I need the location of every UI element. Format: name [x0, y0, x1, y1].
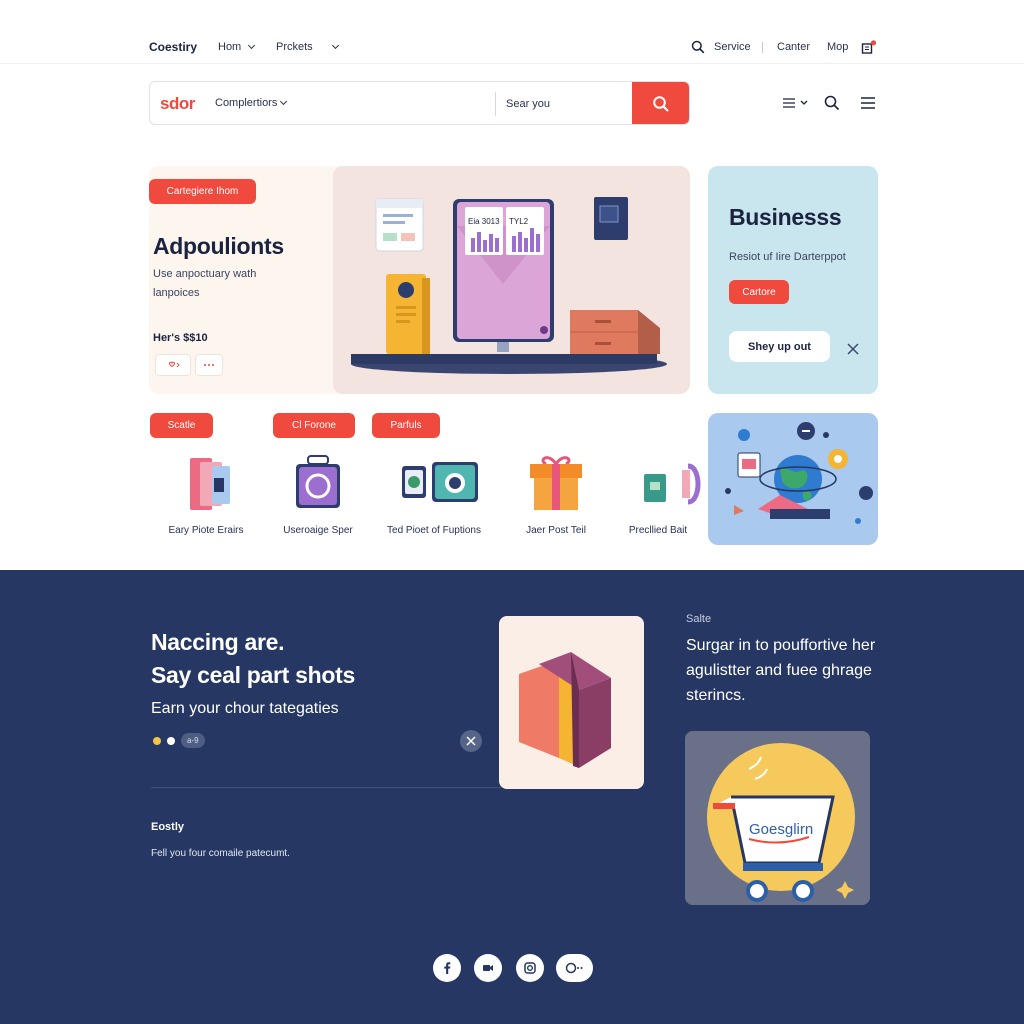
view-list-dropdown-icon[interactable]	[781, 94, 813, 112]
nav-link-service[interactable]: Service	[714, 41, 751, 53]
footer-easy-title: Eostly	[151, 821, 185, 833]
chevron-down-icon	[331, 41, 339, 50]
heart-icon	[168, 361, 180, 368]
signup-button[interactable]: Shey up out	[729, 331, 830, 362]
hero-illustration: Eia 3013 TYL2	[333, 166, 690, 394]
carousel-dot-active[interactable]	[153, 736, 161, 745]
printer-icon	[644, 463, 701, 505]
shopping-cart-illustration: Goesglirn	[685, 731, 870, 905]
carousel-indicators[interactable]: a-9	[153, 733, 205, 748]
nav-item-products[interactable]: Prckets	[276, 41, 339, 53]
category-item-devices[interactable]: Ted Pioet of Fuptions	[374, 452, 494, 536]
carousel-dot[interactable]	[167, 736, 175, 745]
carousel-counter[interactable]: a-9	[181, 733, 205, 748]
facebook-icon[interactable]	[433, 954, 461, 982]
bag-icon	[296, 455, 340, 508]
category-label: Useroaige Sper	[283, 525, 353, 536]
search-input[interactable]	[502, 90, 630, 118]
close-icon[interactable]	[460, 730, 482, 752]
sale-label: Salte	[686, 613, 712, 625]
footer-section: Naccing are. Say ceal part shots Earn yo…	[0, 570, 1024, 1024]
business-subtitle: Resiot uf Iire Darterppot	[729, 251, 846, 263]
category-item-bag[interactable]: Useroaige Sper	[258, 452, 378, 536]
hero-description: Use anpoctuary wath lanpoices	[153, 268, 257, 299]
hero-promo: Cartegiere Ihom Adpoulionts Use anpoctua…	[149, 166, 349, 394]
category-badge-button[interactable]: Cartegiere Ihom	[149, 179, 256, 204]
chat-icon[interactable]	[556, 954, 593, 982]
category-dropdown[interactable]: Complertiors	[215, 97, 288, 109]
camera-icon	[402, 462, 478, 502]
cart-brand-text: Goesglirn	[749, 821, 813, 838]
ellipsis-icon	[204, 364, 214, 366]
category-label: Ted Pioet of Fuptions	[387, 525, 481, 536]
footer-divider	[151, 787, 501, 788]
footer-headline: Naccing are. Say ceal part shots	[151, 629, 355, 688]
hero-title: Adpoulionts	[153, 233, 284, 259]
category-item-books[interactable]: Eary Piote Erairs	[146, 452, 266, 536]
store-logo[interactable]: sdor	[160, 94, 195, 114]
more-options-control[interactable]	[195, 354, 223, 376]
business-card: Businesss Resiot uf Iire Darterppot Cart…	[708, 166, 878, 394]
filter-forone-dropdown[interactable]: Cl Forone	[273, 413, 355, 438]
video-icon[interactable]	[474, 954, 502, 982]
gift-icon	[530, 456, 582, 510]
wishlist-control[interactable]	[155, 354, 191, 376]
tile-two-label: TYL2	[509, 217, 529, 226]
filter-parfuls-button[interactable]: Parfuls	[372, 413, 440, 438]
footer-subheading: Earn your chour tategaties	[151, 700, 339, 717]
search-icon[interactable]	[691, 40, 705, 54]
tile-one-label: Eia 3013	[468, 217, 500, 226]
category-label: Eary Piote Erairs	[168, 525, 244, 536]
category-label: Precllied Bait	[628, 525, 688, 536]
hero-price: Her's $$10	[153, 332, 208, 344]
instagram-icon[interactable]	[516, 954, 544, 982]
cart-icon[interactable]	[861, 40, 877, 56]
nav-divider	[762, 42, 763, 53]
search-submit-button[interactable]	[632, 82, 689, 124]
books-icon	[190, 458, 230, 510]
isometric-box-illustration	[499, 616, 644, 789]
nav-link-map[interactable]: Mop	[827, 41, 848, 53]
sale-description: Surgar in to pouffortive her agulistter …	[686, 637, 876, 704]
close-icon[interactable]	[846, 342, 860, 361]
nav-item-home[interactable]: Hom	[218, 41, 256, 53]
footer-easy-description: Fell you four comaile patecumt.	[151, 848, 290, 859]
menu-icon[interactable]	[860, 94, 876, 112]
global-network-illustration	[708, 413, 878, 545]
filter-scatle-button[interactable]: Scatle	[150, 413, 213, 438]
top-navigation: Coestiry Hom Prckets Service Canter Mop	[0, 0, 1024, 64]
business-action-button[interactable]: Cartore	[729, 280, 789, 304]
chevron-down-icon	[280, 97, 288, 106]
business-title: Businesss	[729, 204, 842, 230]
search-icon[interactable]	[823, 94, 841, 112]
search-divider	[495, 92, 496, 116]
search-icon	[652, 96, 669, 112]
brand-name[interactable]: Coestiry	[149, 40, 197, 54]
nav-link-center[interactable]: Canter	[777, 41, 810, 53]
search-bar: sdor Complertiors	[149, 81, 690, 125]
category-item-printed[interactable]: Precllied Bait	[598, 452, 718, 536]
chevron-down-icon	[248, 41, 256, 50]
